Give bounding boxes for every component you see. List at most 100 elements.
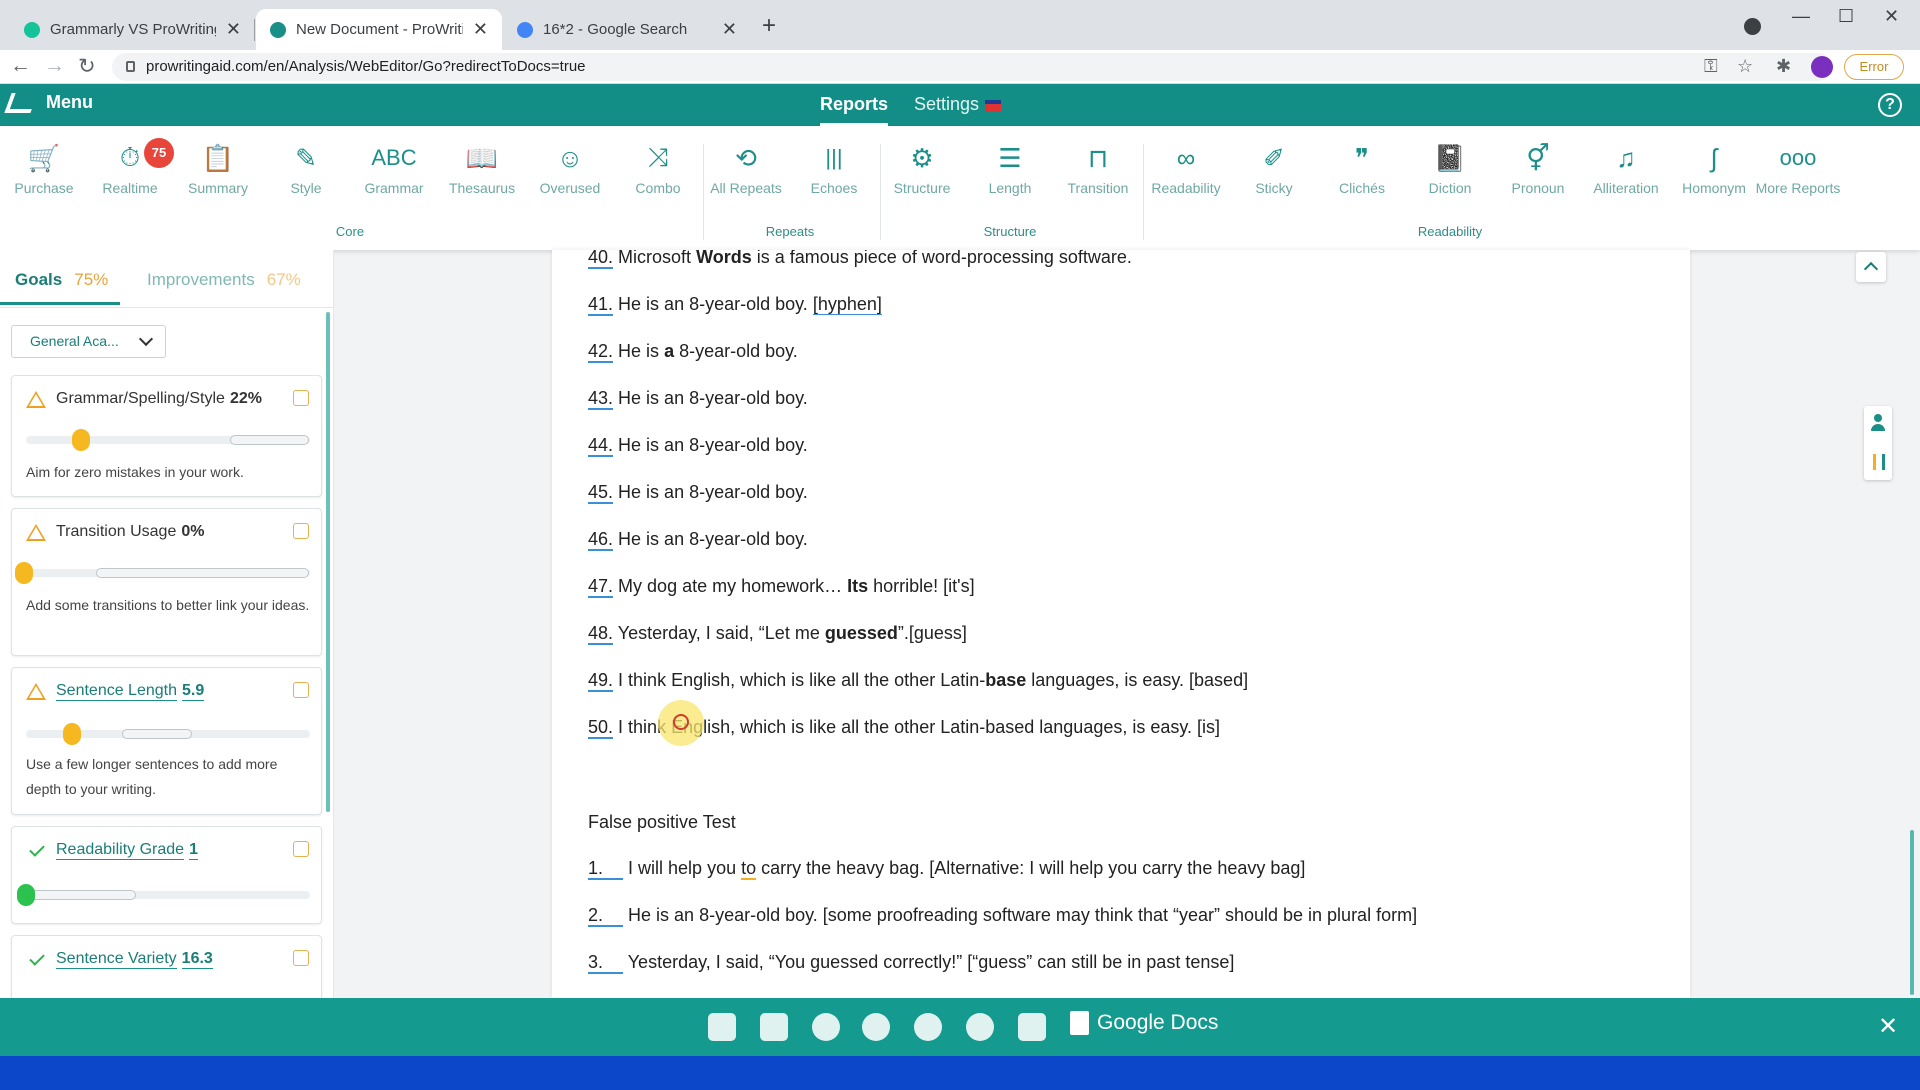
close-tab-icon[interactable]: ✕ (226, 19, 241, 40)
forward-icon[interactable]: → (44, 54, 65, 78)
minimize-icon[interactable]: — (1792, 6, 1810, 27)
flagged-word[interactable]: Words (696, 250, 752, 267)
tool-sticky[interactable]: ✐ Sticky (1230, 136, 1318, 197)
card-title[interactable]: Sentence Length (56, 682, 177, 701)
sidebar-scrollbar[interactable] (326, 312, 330, 812)
tool-diction[interactable]: 📓 Diction (1406, 136, 1494, 197)
menu-button[interactable]: Menu (4, 92, 93, 113)
doc-line[interactable]: 41. He is an 8-year-old boy. [hyphen] (588, 294, 882, 316)
google-docs-button[interactable]: Google Docs (1070, 1011, 1218, 1035)
error-button[interactable]: Error (1844, 54, 1904, 80)
info-icon[interactable] (293, 841, 309, 857)
tool-echoes[interactable]: ||| Echoes (790, 136, 878, 196)
firefox-icon[interactable] (862, 1013, 890, 1041)
key-icon[interactable]: ⚿ (1704, 56, 1718, 77)
tool-overused[interactable]: ☺ Overused (526, 136, 614, 197)
clich-s-icon: ❞ (1355, 142, 1369, 173)
browser-tab-google[interactable]: 16*2 - Google Search ✕ (503, 9, 751, 50)
goal-card-sentence-length[interactable]: Sentence Length 5.9 Use a few longer sent… (11, 667, 322, 815)
tool-combo[interactable]: ⤨ Combo (614, 136, 702, 196)
tool-structure[interactable]: ⚙ Structure (878, 136, 966, 197)
close-bar-icon[interactable]: ✕ (1878, 1012, 1898, 1041)
reload-icon[interactable]: ↻ (78, 54, 96, 79)
goal-card-sentence-variety[interactable]: Sentence Variety 16.3 (11, 935, 322, 1005)
tool-thesaurus[interactable]: 📖 Thesaurus (438, 136, 526, 197)
edge-icon[interactable] (914, 1013, 942, 1041)
tool-homonym[interactable]: ʃ Homonym (1670, 136, 1758, 197)
line-number: 47. (588, 576, 614, 598)
flagged-word[interactable]: Its (847, 576, 868, 596)
profile-avatar[interactable] (1811, 56, 1833, 78)
browser-tab-prowritingaid[interactable]: New Document - ProWritingAid ✕ (256, 9, 502, 50)
flagged-word[interactable]: guessed (825, 623, 898, 643)
close-tab-icon[interactable]: ✕ (473, 19, 488, 40)
tool-summary[interactable]: 📋 Summary (174, 136, 262, 197)
flagged-word[interactable]: a (664, 341, 674, 361)
info-icon[interactable] (293, 950, 309, 966)
scrivener-icon[interactable] (1018, 1013, 1046, 1041)
goal-type-dropdown[interactable]: General Aca... (11, 325, 166, 358)
tool-transition[interactable]: ⊓ Transition (1054, 136, 1142, 197)
goal-card-grammar[interactable]: Grammar/Spelling/Style 22% Aim for zero m… (11, 375, 322, 497)
tool-grammar[interactable]: ABC Grammar (350, 136, 438, 196)
word-icon[interactable] (760, 1013, 788, 1041)
tab-improvements[interactable]: Improvements 67% (147, 270, 301, 290)
tool-readability[interactable]: ∞ Readability (1142, 136, 1230, 197)
check-icon (29, 840, 45, 857)
doc-line[interactable]: 49. I think English, which is like all t… (588, 670, 1248, 692)
line-text: is a famous piece of word-processing sof… (751, 250, 1132, 267)
url-field[interactable]: prowritingaid.com/en/Analysis/WebEditor/… (112, 53, 1832, 81)
doc-line[interactable]: 40. Microsoft Words is a famous piece of… (588, 250, 1132, 269)
doc-line[interactable]: 3. Yesterday, I said, “You guessed corre… (588, 952, 1234, 974)
card-title[interactable]: Sentence Variety (56, 950, 177, 969)
doc-line[interactable]: 43. He is an 8-year-old boy. (588, 388, 808, 410)
tab-search-icon[interactable] (1744, 18, 1761, 35)
flagged-word[interactable]: base (985, 670, 1026, 690)
info-icon[interactable] (293, 523, 309, 539)
tool-clich-s[interactable]: ❞ Clichés (1318, 136, 1406, 197)
back-icon[interactable]: ← (10, 54, 31, 78)
extensions-icon[interactable]: ✱ (1776, 56, 1791, 77)
check-icon (29, 949, 45, 966)
document-editor[interactable]: 40. Microsoft Words is a famous piece of… (552, 250, 1690, 998)
person-icon[interactable] (1871, 414, 1885, 432)
chrome-icon[interactable] (812, 1013, 840, 1041)
new-tab-icon[interactable]: + (762, 12, 776, 40)
browser-tab-grammarly[interactable]: Grammarly VS ProWritingAid 20... ✕ (10, 9, 255, 50)
doc-line[interactable]: 48. Yesterday, I said, “Let me guessed”.… (588, 623, 967, 645)
info-icon[interactable] (293, 682, 309, 698)
tool-purchase[interactable]: 🛒 Purchase (0, 136, 88, 197)
tool-all-repeats[interactable]: ⟲ All Repeats (702, 136, 790, 197)
outlook-icon[interactable] (708, 1013, 736, 1041)
maximize-icon[interactable]: ☐ (1838, 6, 1854, 27)
doc-line[interactable]: 45. He is an 8-year-old boy. (588, 482, 808, 504)
tool-alliteration[interactable]: ♫ Alliteration (1582, 136, 1670, 197)
tab-settings[interactable]: Settings (914, 94, 1002, 115)
tool-pronoun[interactable]: ⚥ Pronoun (1494, 136, 1582, 197)
close-tab-icon[interactable]: ✕ (722, 19, 737, 40)
tool-more-reports[interactable]: ooo More Reports (1754, 136, 1842, 196)
doc-line[interactable]: 2. He is an 8-year-old boy. [some proofr… (588, 905, 1417, 927)
help-icon[interactable]: ? (1878, 93, 1902, 117)
tool-length[interactable]: ☰ Length (966, 136, 1054, 197)
doc-line[interactable]: 42. He is a 8-year-old boy. (588, 341, 798, 363)
tab-goals[interactable]: Goals 75% (15, 270, 108, 290)
doc-line[interactable]: 44. He is an 8-year-old boy. (588, 435, 808, 457)
close-window-icon[interactable]: ✕ (1884, 6, 1899, 27)
card-title[interactable]: Readability Grade (56, 841, 185, 860)
safari-icon[interactable] (966, 1013, 994, 1041)
scroll-up-button[interactable] (1856, 252, 1886, 282)
flagged-word[interactable]: to (741, 858, 757, 880)
doc-line[interactable]: 46. He is an 8-year-old boy. (588, 529, 808, 551)
doc-line[interactable]: 1. I will help you to carry the heavy ba… (588, 858, 1305, 880)
tab-reports[interactable]: Reports (820, 94, 889, 126)
goal-card-transition[interactable]: Transition Usage 0% Add some transitions … (11, 508, 322, 656)
tool-style[interactable]: ✎ Style (262, 136, 350, 197)
bookmark-star-icon[interactable]: ☆ (1737, 56, 1753, 77)
info-icon[interactable] (293, 390, 309, 406)
stats-icon[interactable] (1873, 454, 1885, 470)
doc-line[interactable]: 47. My dog ate my homework… Its horrible… (588, 576, 975, 598)
goal-card-readability[interactable]: Readability Grade 1 (11, 826, 322, 924)
page-scrollbar[interactable] (1910, 830, 1914, 995)
flagged-word[interactable]: [hyphen] (812, 294, 882, 315)
